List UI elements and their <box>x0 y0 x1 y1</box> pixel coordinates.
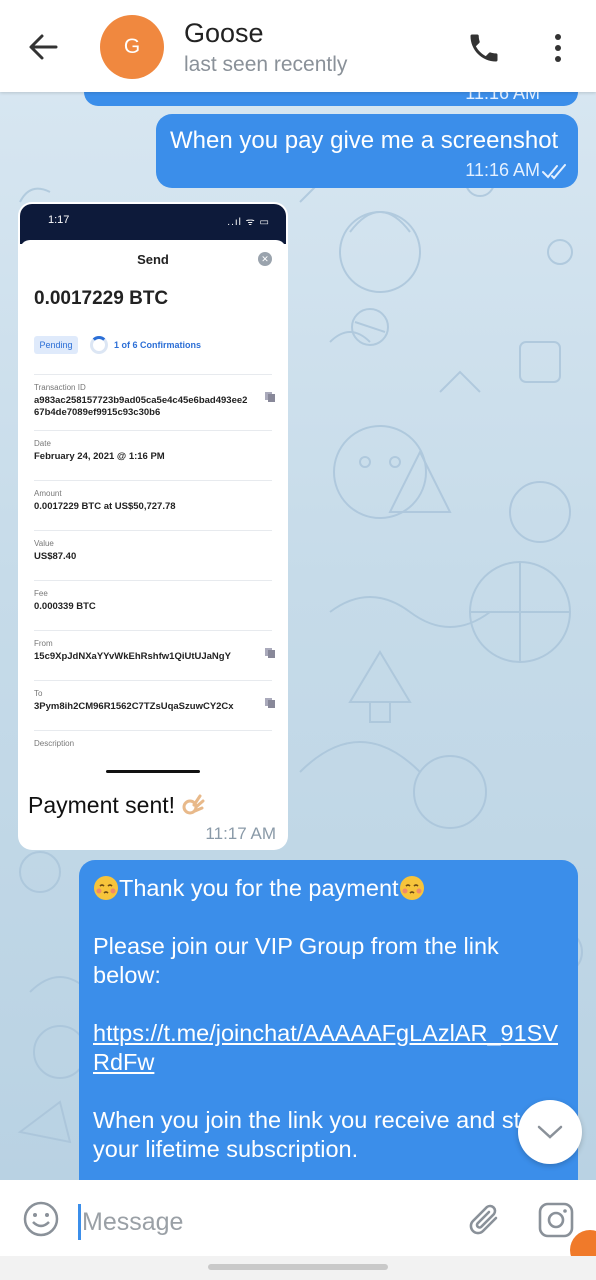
back-arrow-icon[interactable] <box>26 30 60 64</box>
scroll-down-button[interactable] <box>518 1100 582 1164</box>
field-description: Description <box>34 730 272 770</box>
confirmations-text: 1 of 6 Confirmations <box>114 340 202 350</box>
attach-paperclip-icon[interactable] <box>466 1200 504 1242</box>
copy-icon <box>265 648 275 658</box>
chat-header: G Goose last seen recently <box>0 0 596 92</box>
emoji-icon[interactable] <box>22 1200 60 1238</box>
field-value: 15c9XpJdNXaYYvWkEhRshfw1QiUtUJaNgY <box>34 651 231 662</box>
ok-hand-emoji-icon <box>182 794 205 815</box>
read-double-check-icon <box>542 164 566 180</box>
field-value: a983ac258157723b9ad05ca5e4c45e6bad493ee2… <box>34 395 248 418</box>
contact-status: last seen recently <box>184 53 348 76</box>
field-label: Amount <box>34 489 62 498</box>
chat-area[interactable]: 11:16 AM When you pay give me a screensh… <box>0 92 596 1180</box>
message-input[interactable] <box>82 1202 442 1242</box>
chevron-down-icon <box>537 1125 563 1139</box>
field-fee: Fee 0.000339 BTC <box>34 580 272 628</box>
outgoing-vip-message[interactable]: Thank you for the payment Please join ou… <box>79 860 578 1180</box>
confirmation-progress-icon <box>90 336 108 354</box>
message-text: Thank you for the payment Please join ou… <box>93 874 563 1180</box>
home-gesture-pill[interactable] <box>208 1264 388 1270</box>
message-composer <box>0 1180 596 1280</box>
message-time: 11:17 AM <box>205 824 276 843</box>
kissing-face-emoji-icon <box>399 876 424 900</box>
payment-screenshot-image[interactable]: 1:17 ..ıl ᯤ ▭ Send ✕ 0.0017229 BTC Pendi… <box>20 204 286 782</box>
field-amount: Amount 0.0017229 BTC at US$50,727.78 <box>34 480 272 528</box>
thanks-text: Thank you for the payment <box>119 875 399 901</box>
join-text: Please join our VIP Group from the link … <box>93 933 499 988</box>
field-value: 0.000339 BTC <box>34 601 96 612</box>
thanks-line: Thank you for the payment <box>93 874 563 903</box>
message-time: 11:16 AM <box>465 160 540 180</box>
contact-name[interactable]: Goose <box>184 18 264 49</box>
field-value: February 24, 2021 @ 1:16 PM <box>34 451 165 462</box>
avatar-letter: G <box>123 35 141 58</box>
field-transaction-id: Transaction ID a983ac258157723b9ad05ca5e… <box>34 374 275 426</box>
phone-status-bar: 1:17 ..ıl ᯤ ▭ <box>20 204 286 244</box>
field-label: Fee <box>34 589 48 598</box>
field-value: 0.0017229 BTC at US$50,727.78 <box>34 501 176 512</box>
message-text: When you pay give me a screenshot <box>170 127 559 154</box>
status-badge: Pending <box>34 336 78 354</box>
send-sheet: Send ✕ 0.0017229 BTC Pending 1 of 6 Conf… <box>20 240 286 782</box>
caption-text: Payment sent! <box>28 792 176 818</box>
copy-icon <box>265 698 275 708</box>
phone-clock: 1:17 <box>48 214 70 226</box>
field-label: Description <box>34 739 75 748</box>
home-indicator <box>106 770 200 773</box>
invite-link[interactable]: https://t.me/joinchat/AAAAAFgLAzlAR_91SV… <box>93 1020 558 1075</box>
signal-wifi-battery-icon: ..ıl ᯤ ▭ <box>227 217 270 228</box>
lifetime-text: When you join the link you receive and s… <box>93 1107 548 1162</box>
copy-icon <box>265 392 275 402</box>
sheet-title: Send <box>137 252 169 267</box>
field-value: US$87.40 <box>34 551 77 562</box>
field-label: Date <box>34 439 51 448</box>
btc-amount: 0.0017229 BTC <box>34 288 169 309</box>
avatar[interactable]: G <box>100 15 164 79</box>
field-value: 3Pym8ih2CM96R1562C7TZsUqaSzuwCY2Cx <box>34 701 234 712</box>
incoming-photo-message[interactable]: 1:17 ..ıl ᯤ ▭ Send ✕ 0.0017229 BTC Pendi… <box>18 202 288 850</box>
camera-icon[interactable] <box>536 1200 576 1240</box>
close-icon: ✕ <box>258 252 272 266</box>
field-label: Value <box>34 539 54 548</box>
field-value: Value US$87.40 <box>34 530 272 578</box>
more-options-icon[interactable] <box>546 30 570 66</box>
phone-icon[interactable] <box>466 30 502 66</box>
message-time: 11:16 AM <box>465 92 540 103</box>
field-date: Date February 24, 2021 @ 1:16 PM <box>34 430 272 478</box>
photo-caption: Payment sent! <box>28 792 205 819</box>
field-to: To 3Pym8ih2CM96R1562C7TZsUqaSzuwCY2Cx <box>34 680 275 728</box>
outgoing-message[interactable]: When you pay give me a screenshot 11:16 … <box>156 114 578 188</box>
field-label: To <box>34 689 43 698</box>
text-cursor <box>78 1204 81 1240</box>
field-label: Transaction ID <box>34 383 86 392</box>
kissing-face-emoji-icon <box>94 876 118 900</box>
field-from: From 15c9XpJdNXaYYvWkEhRshfw1QiUtUJaNgY <box>34 630 275 678</box>
previous-message-bubble[interactable]: 11:16 AM <box>84 92 578 106</box>
field-label: From <box>34 639 53 648</box>
